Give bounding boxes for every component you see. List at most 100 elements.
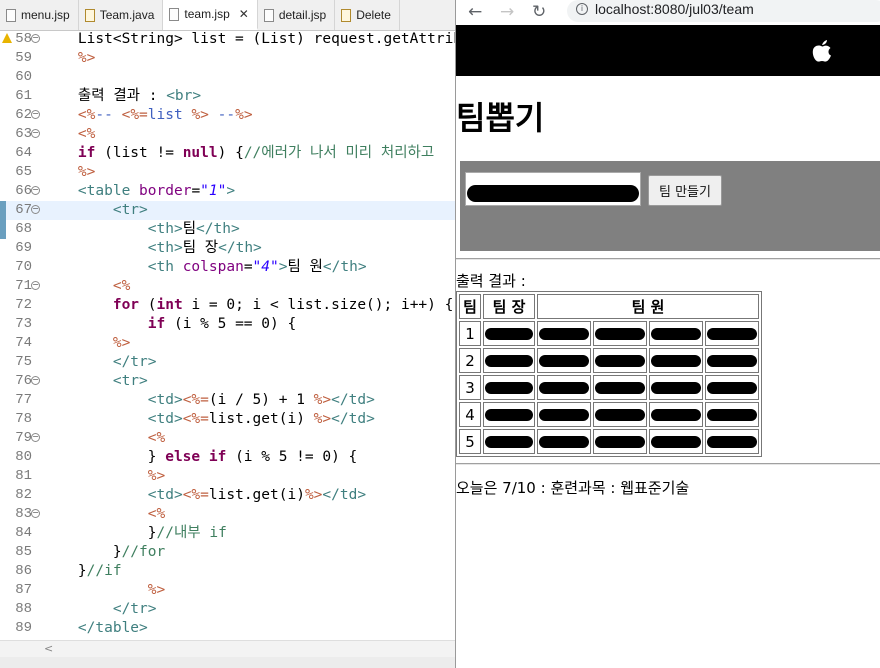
editor-status-bar bbox=[0, 657, 455, 668]
editor-tab-label: Team.java bbox=[99, 8, 155, 22]
info-icon[interactable]: i bbox=[576, 3, 588, 15]
code-line[interactable]: 78 <td><%=list.get(i) %></td> bbox=[0, 410, 455, 429]
redaction-scribble bbox=[595, 354, 645, 367]
code-line[interactable]: 83− <% bbox=[0, 505, 455, 524]
line-number: 83 bbox=[15, 506, 32, 522]
line-number: 85 bbox=[15, 544, 32, 560]
code-line[interactable]: 59 %> bbox=[0, 49, 455, 68]
member-cell bbox=[593, 429, 647, 454]
code-line[interactable]: 65 %> bbox=[0, 163, 455, 182]
code-line[interactable]: 87 %> bbox=[0, 581, 455, 600]
output-label: 출력 결과 : bbox=[456, 272, 526, 290]
leader-cell bbox=[483, 348, 535, 373]
divider bbox=[456, 463, 880, 465]
code-line[interactable]: 86 }//if bbox=[0, 562, 455, 581]
editor-tab-label: Delete bbox=[356, 8, 391, 22]
redaction-scribble bbox=[539, 354, 589, 367]
line-number: 65 bbox=[15, 164, 32, 180]
code-line[interactable]: 89 </table> bbox=[0, 619, 455, 638]
team-header: 팀 bbox=[459, 294, 481, 319]
close-tab-icon[interactable]: ✕ bbox=[239, 7, 249, 21]
code-text: </tr> bbox=[112, 601, 157, 617]
code-line[interactable]: 79− <% bbox=[0, 429, 455, 448]
code-line[interactable]: 82 <td><%=list.get(i)%></td> bbox=[0, 486, 455, 505]
fold-toggle-icon[interactable]: − bbox=[31, 509, 40, 518]
code-line[interactable]: 58− List<String> list = (List) request.g… bbox=[0, 30, 455, 49]
redaction-scribble bbox=[539, 327, 589, 340]
redaction-scribble bbox=[595, 435, 645, 448]
redaction-scribble bbox=[485, 327, 533, 340]
code-text: %> bbox=[112, 335, 131, 351]
code-line[interactable]: 74 %> bbox=[0, 334, 455, 353]
leader-cell bbox=[483, 402, 535, 427]
code-line[interactable]: 71− <% bbox=[0, 277, 455, 296]
url-text[interactable]: localhost:8080/jul03/team bbox=[595, 1, 754, 17]
java-file-icon bbox=[84, 8, 95, 22]
code-line[interactable]: 76− <tr> bbox=[0, 372, 455, 391]
code-text: <th>팀 장</th> bbox=[147, 240, 262, 256]
apple-logo-icon bbox=[812, 40, 831, 62]
redaction-scribble bbox=[485, 435, 533, 448]
editor-tab[interactable]: Delete bbox=[335, 0, 400, 30]
redaction-scribble bbox=[467, 185, 639, 202]
code-line[interactable]: 84 }//내부 if bbox=[0, 524, 455, 543]
make-team-button[interactable]: 팀 만들기 bbox=[648, 175, 722, 206]
code-line[interactable]: 77 <td><%=(i / 5) + 1 %></td> bbox=[0, 391, 455, 410]
redaction-scribble bbox=[595, 327, 645, 340]
fold-toggle-icon[interactable]: − bbox=[31, 433, 40, 442]
code-line[interactable]: 69 <th>팀 장</th> bbox=[0, 239, 455, 258]
fold-toggle-icon[interactable]: − bbox=[31, 205, 40, 214]
code-line[interactable]: 63− <% bbox=[0, 125, 455, 144]
line-number: 58 bbox=[15, 31, 32, 47]
fold-toggle-icon[interactable]: − bbox=[31, 34, 40, 43]
page-title: 팀뽑기 bbox=[456, 99, 545, 137]
editor-tab[interactable]: Team.java bbox=[79, 0, 164, 30]
redaction-scribble bbox=[651, 435, 701, 448]
reload-icon[interactable]: ↻ bbox=[532, 2, 546, 22]
line-number: 89 bbox=[15, 620, 32, 636]
code-line[interactable]: 61 출력 결과 : <br> bbox=[0, 87, 455, 106]
editor-tab[interactable]: team.jsp ✕ bbox=[163, 0, 258, 30]
code-line[interactable]: 67− <tr> bbox=[0, 201, 455, 220]
code-line[interactable]: 85 }//for bbox=[0, 543, 455, 562]
team-number-cell: 5 bbox=[459, 429, 481, 454]
code-line[interactable]: 72 for (int i = 0; i < list.size(); i++)… bbox=[0, 296, 455, 315]
code-line[interactable]: 73 if (i % 5 == 0) { bbox=[0, 315, 455, 334]
fold-toggle-icon[interactable]: − bbox=[31, 186, 40, 195]
code-line[interactable]: 60 bbox=[0, 68, 455, 87]
table-header-row: 팀 팀 장 팀 원 bbox=[459, 294, 759, 319]
code-text: if (list != null) {//에러가 나서 미리 처리하고 bbox=[77, 145, 443, 161]
code-line[interactable]: 88 </tr> bbox=[0, 600, 455, 619]
code-line[interactable]: 80 } else if (i % 5 != 0) { bbox=[0, 448, 455, 467]
team-number-cell: 4 bbox=[459, 402, 481, 427]
code-line[interactable]: 66− <table border="1"> bbox=[0, 182, 455, 201]
code-line[interactable]: 81 %> bbox=[0, 467, 455, 486]
redaction-scribble bbox=[539, 435, 589, 448]
code-line[interactable]: 62− <%-- <%=list %> --%> bbox=[0, 106, 455, 125]
redaction-scribble bbox=[539, 408, 589, 421]
forward-arrow-icon[interactable]: → bbox=[500, 2, 514, 22]
code-editor[interactable]: menu.jsp Team.java team.jsp ✕ detail.jsp Dele… bbox=[0, 0, 455, 668]
redaction-scribble bbox=[595, 408, 645, 421]
back-arrow-icon[interactable]: ← bbox=[468, 2, 482, 22]
code-area[interactable]: 58− List<String> list = (List) request.g… bbox=[0, 30, 455, 640]
horizontal-scrollbar[interactable]: < bbox=[0, 640, 455, 657]
address-bar[interactable]: i localhost:8080/jul03/team bbox=[567, 0, 880, 22]
fold-toggle-icon[interactable]: − bbox=[31, 110, 40, 119]
editor-tab[interactable]: detail.jsp bbox=[258, 0, 336, 30]
team-table: 팀 팀 장 팀 원 12345 bbox=[456, 291, 762, 457]
editor-tab-bar: menu.jsp Team.java team.jsp ✕ detail.jsp Dele… bbox=[0, 0, 455, 31]
code-line[interactable]: 68 <th>팀</th> bbox=[0, 220, 455, 239]
code-line[interactable]: 64 if (list != null) {//에러가 나서 미리 처리하고 bbox=[0, 144, 455, 163]
code-line[interactable]: 70 <th colspan="4">팀 원</th> bbox=[0, 258, 455, 277]
editor-tab[interactable]: menu.jsp bbox=[0, 0, 79, 30]
fold-toggle-icon[interactable]: − bbox=[31, 281, 40, 290]
fold-toggle-icon[interactable]: − bbox=[31, 376, 40, 385]
code-line[interactable]: 75 </tr> bbox=[0, 353, 455, 372]
fold-toggle-icon[interactable]: − bbox=[31, 129, 40, 138]
line-number: 80 bbox=[15, 449, 32, 465]
line-number: 63 bbox=[15, 126, 32, 142]
page-header-bar bbox=[456, 25, 880, 76]
scroll-left-icon[interactable]: < bbox=[44, 642, 53, 655]
code-text: for (int i = 0; i < list.size(); i++) { bbox=[112, 297, 454, 313]
